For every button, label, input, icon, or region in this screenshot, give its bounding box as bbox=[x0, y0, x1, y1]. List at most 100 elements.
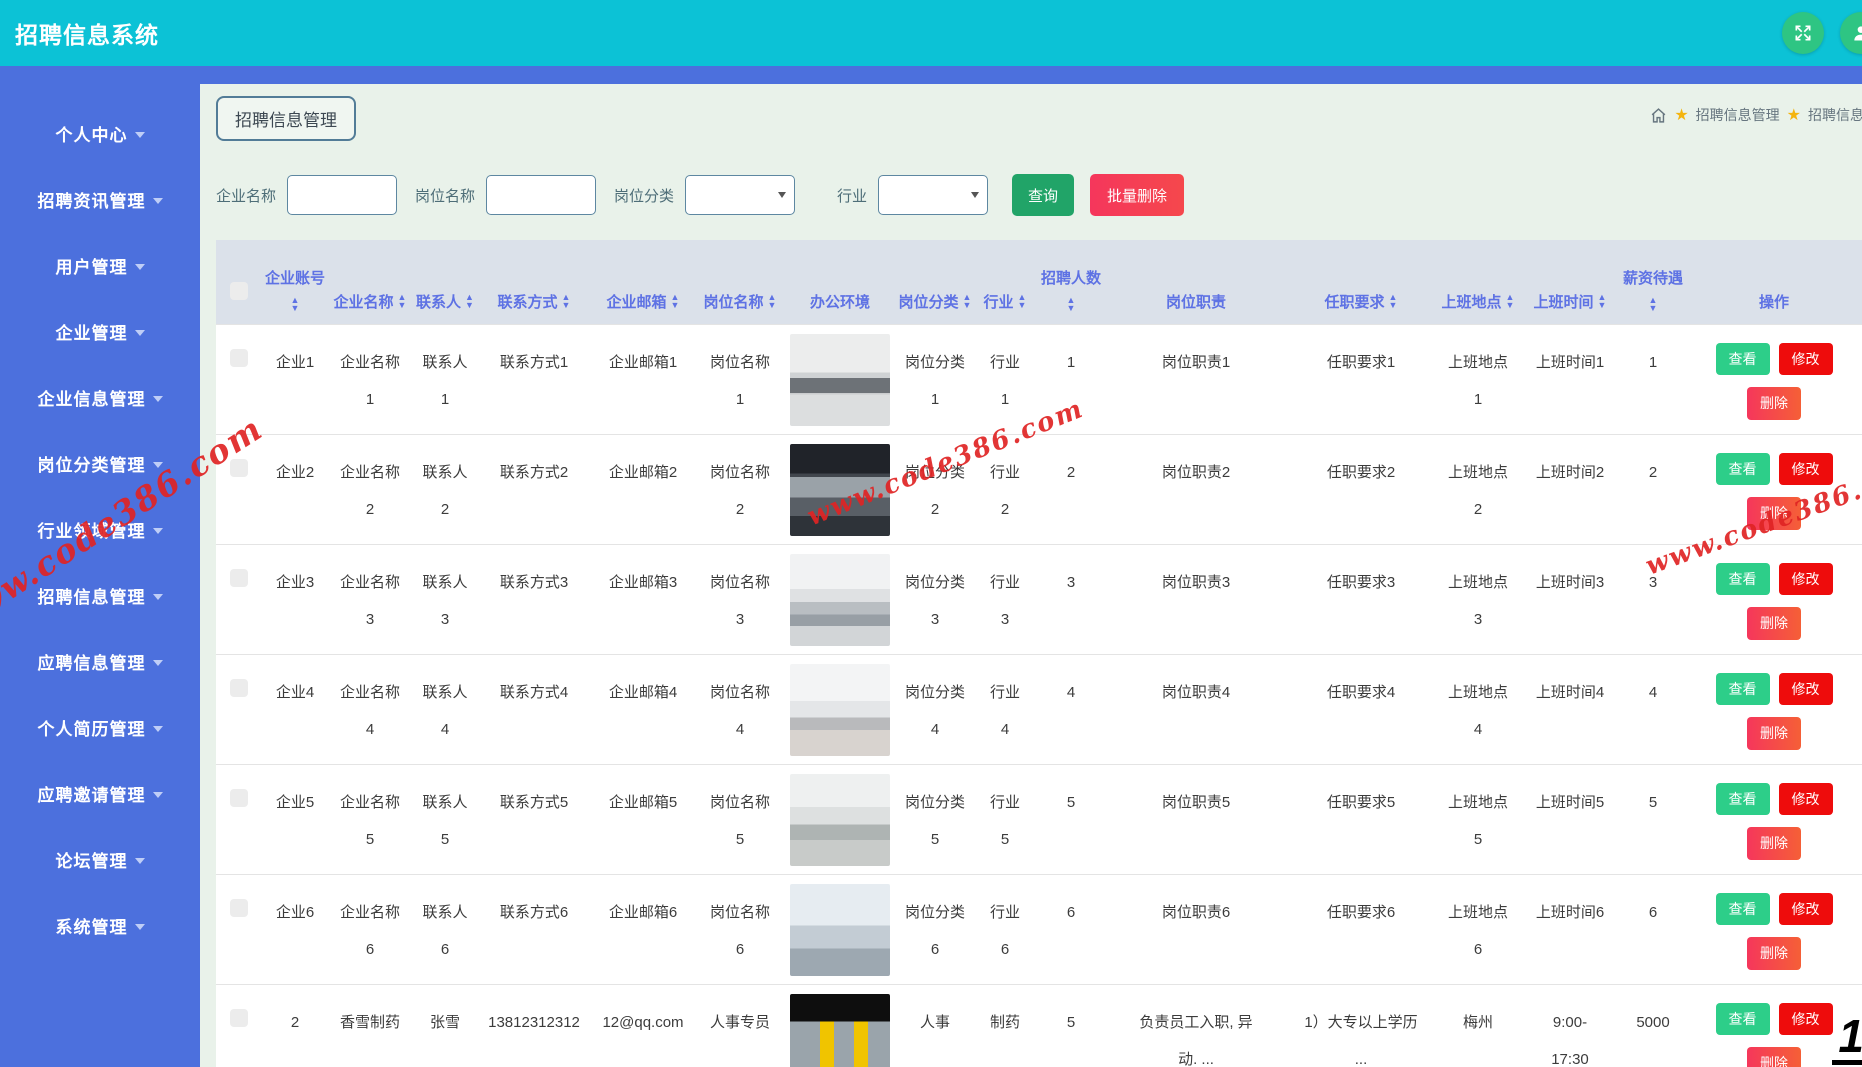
col-header-account[interactable]: 企业账号▲▼ bbox=[262, 240, 328, 324]
cell-time: 上班时间6 bbox=[1520, 874, 1620, 984]
col-header-label: 办公环境 bbox=[810, 291, 870, 312]
chevron-down-icon bbox=[778, 192, 786, 198]
delete-button[interactable]: 删除 bbox=[1747, 937, 1801, 970]
cell-salary: 1 bbox=[1620, 324, 1686, 434]
row-checkbox-cell bbox=[216, 764, 262, 874]
cell-phone: 联系方式5 bbox=[478, 764, 590, 874]
sidebar-item-个人简历管理[interactable]: 个人简历管理 bbox=[0, 694, 200, 760]
cell-industry: 行业 5 bbox=[974, 764, 1036, 874]
edit-button[interactable]: 修改 bbox=[1779, 783, 1833, 816]
row-checkbox[interactable] bbox=[230, 459, 248, 477]
view-button[interactable]: 查看 bbox=[1716, 893, 1770, 926]
edit-button[interactable]: 修改 bbox=[1779, 673, 1833, 706]
sidebar-item-系统管理[interactable]: 系统管理 bbox=[0, 892, 200, 958]
col-header-photo: 办公环境 bbox=[784, 240, 896, 324]
row-checkbox-cell bbox=[216, 434, 262, 544]
row-checkbox-cell bbox=[216, 874, 262, 984]
sidebar-item-企业管理[interactable]: 企业管理 bbox=[0, 298, 200, 364]
sidebar-item-应聘邀请管理[interactable]: 应聘邀请管理 bbox=[0, 760, 200, 826]
select-all-checkbox[interactable] bbox=[230, 282, 248, 300]
sidebar-item-个人中心[interactable]: 个人中心 bbox=[0, 100, 200, 166]
row-checkbox[interactable] bbox=[230, 1009, 248, 1027]
view-button[interactable]: 查看 bbox=[1716, 453, 1770, 486]
table-body: 企业1企业名称 1联系人 1联系方式1企业邮箱1岗位名称 1岗位分类 1行业 1… bbox=[216, 324, 1862, 1067]
col-header-time[interactable]: 上班时间▲▼ bbox=[1520, 240, 1620, 324]
cell-requirement: 任职要求6 bbox=[1286, 874, 1436, 984]
edit-button[interactable]: 修改 bbox=[1779, 893, 1833, 926]
user-icon[interactable] bbox=[1840, 12, 1862, 54]
job-filter-input[interactable] bbox=[486, 175, 596, 215]
cell-email: 企业邮箱1 bbox=[590, 324, 696, 434]
cell-actions: 查看修改删除 bbox=[1686, 544, 1862, 654]
cell-headcount: 1 bbox=[1036, 324, 1106, 434]
col-header-salary[interactable]: 薪资待遇▲▼ bbox=[1620, 240, 1686, 324]
col-header-contact[interactable]: 联系人▲▼ bbox=[412, 240, 478, 324]
col-header-headcount[interactable]: 招聘人数▲▼ bbox=[1036, 240, 1106, 324]
row-checkbox[interactable] bbox=[230, 349, 248, 367]
cell-category: 岗位分类 6 bbox=[896, 874, 974, 984]
company-filter-input[interactable] bbox=[287, 175, 397, 215]
col-header-location[interactable]: 上班地点▲▼ bbox=[1436, 240, 1520, 324]
cell-requirement: 任职要求5 bbox=[1286, 764, 1436, 874]
chevron-down-icon bbox=[135, 924, 145, 930]
cell-industry: 行业 6 bbox=[974, 874, 1036, 984]
cell-headcount: 4 bbox=[1036, 654, 1106, 764]
topbar: 招聘信息系统 bbox=[0, 0, 1862, 66]
row-checkbox[interactable] bbox=[230, 569, 248, 587]
edit-button[interactable]: 修改 bbox=[1779, 563, 1833, 596]
col-header-email[interactable]: 企业邮箱▲▼ bbox=[590, 240, 696, 324]
row-checkbox[interactable] bbox=[230, 789, 248, 807]
view-button[interactable]: 查看 bbox=[1716, 563, 1770, 596]
cell-phone: 13812312312 bbox=[478, 984, 590, 1067]
row-checkbox[interactable] bbox=[230, 679, 248, 697]
cell-contact: 联系人 4 bbox=[412, 654, 478, 764]
col-header-label: 岗位分类 bbox=[899, 291, 959, 312]
select-all-checkbox-cell bbox=[216, 240, 262, 324]
col-header-industry[interactable]: 行业▲▼ bbox=[974, 240, 1036, 324]
breadcrumb-item-list[interactable]: 招聘信息列表 bbox=[1808, 105, 1862, 125]
breadcrumb-item-manage[interactable]: 招聘信息管理 bbox=[1696, 105, 1780, 125]
delete-button[interactable]: 删除 bbox=[1747, 607, 1801, 640]
batch-delete-button[interactable]: 批量删除 bbox=[1090, 174, 1184, 216]
sidebar-item-应聘信息管理[interactable]: 应聘信息管理 bbox=[0, 628, 200, 694]
sidebar-item-用户管理[interactable]: 用户管理 bbox=[0, 232, 200, 298]
edit-button[interactable]: 修改 bbox=[1779, 1003, 1833, 1036]
sidebar-item-企业信息管理[interactable]: 企业信息管理 bbox=[0, 364, 200, 430]
col-header-requirement[interactable]: 任职要求▲▼ bbox=[1286, 240, 1436, 324]
sidebar-item-label: 岗位分类管理 bbox=[38, 451, 146, 476]
view-button[interactable]: 查看 bbox=[1716, 783, 1770, 816]
table-row: 企业3企业名称 3联系人 3联系方式3企业邮箱3岗位名称 3岗位分类 3行业 3… bbox=[216, 544, 1862, 654]
col-header-label: 招聘人数 bbox=[1041, 264, 1101, 294]
sidebar-item-招聘资讯管理[interactable]: 招聘资讯管理 bbox=[0, 166, 200, 232]
cell-company: 企业名称 6 bbox=[328, 874, 412, 984]
sidebar-item-招聘信息管理[interactable]: 招聘信息管理 bbox=[0, 562, 200, 628]
row-checkbox[interactable] bbox=[230, 899, 248, 917]
category-select[interactable] bbox=[685, 175, 795, 215]
delete-button[interactable]: 删除 bbox=[1747, 717, 1801, 750]
delete-button[interactable]: 删除 bbox=[1747, 387, 1801, 420]
sidebar-item-行业领域管理[interactable]: 行业领域管理 bbox=[0, 496, 200, 562]
home-icon[interactable] bbox=[1650, 107, 1667, 124]
query-button[interactable]: 查询 bbox=[1012, 174, 1074, 216]
col-header-category[interactable]: 岗位分类▲▼ bbox=[896, 240, 974, 324]
view-button[interactable]: 查看 bbox=[1716, 1003, 1770, 1036]
industry-select[interactable] bbox=[878, 175, 988, 215]
chevron-down-icon bbox=[135, 858, 145, 864]
edit-button[interactable]: 修改 bbox=[1779, 343, 1833, 376]
cell-time: 上班时间5 bbox=[1520, 764, 1620, 874]
edit-button[interactable]: 修改 bbox=[1779, 453, 1833, 486]
filter-bar: 企业名称 岗位名称 岗位分类 行业 查询 批量删除 bbox=[216, 174, 1862, 216]
delete-button[interactable]: 删除 bbox=[1747, 827, 1801, 860]
delete-button[interactable]: 删除 bbox=[1747, 497, 1801, 530]
col-header-job[interactable]: 岗位名称▲▼ bbox=[696, 240, 784, 324]
col-header-company[interactable]: 企业名称▲▼ bbox=[328, 240, 412, 324]
cell-account: 企业5 bbox=[262, 764, 328, 874]
delete-button[interactable]: 删除 bbox=[1747, 1047, 1801, 1067]
sidebar-item-论坛管理[interactable]: 论坛管理 bbox=[0, 826, 200, 892]
col-header-phone[interactable]: 联系方式▲▼ bbox=[478, 240, 590, 324]
office-photo bbox=[790, 664, 890, 756]
view-button[interactable]: 查看 bbox=[1716, 673, 1770, 706]
view-button[interactable]: 查看 bbox=[1716, 343, 1770, 376]
fullscreen-icon[interactable] bbox=[1782, 12, 1824, 54]
sidebar-item-岗位分类管理[interactable]: 岗位分类管理 bbox=[0, 430, 200, 496]
